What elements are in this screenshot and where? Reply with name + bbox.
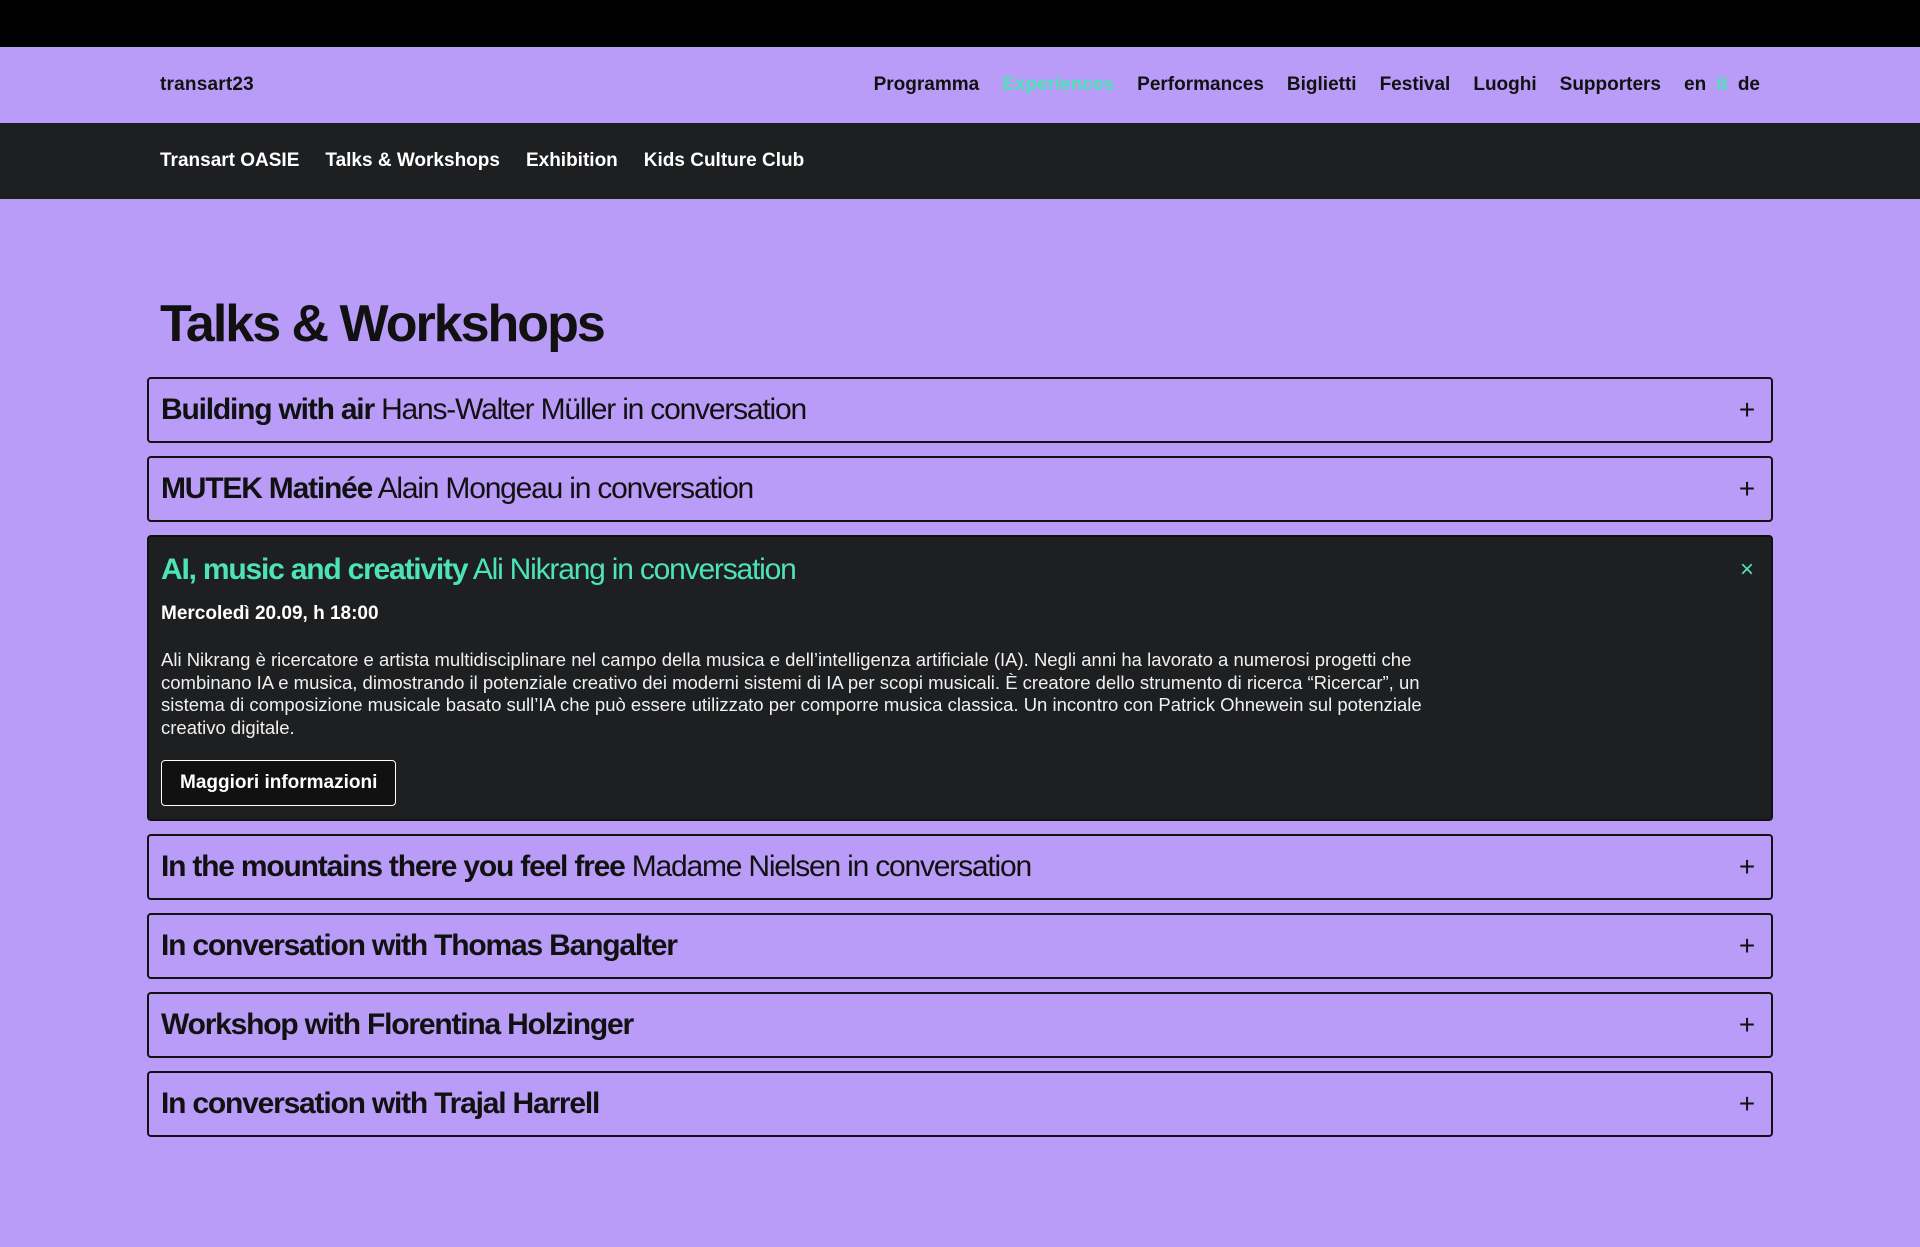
- accordion-item-title: Workshop with Florentina Holzinger: [161, 1008, 634, 1042]
- accordion-item-expanded: AI, music and creativity Ali Nikrang in …: [147, 535, 1773, 821]
- language-switcher: en it de: [1684, 74, 1760, 96]
- event-date: Mercoledì 20.09, h 18:00: [161, 603, 379, 624]
- accordion-item: MUTEK Matinée Alain Mongeau in conversat…: [147, 456, 1773, 522]
- close-icon[interactable]: ×: [1735, 556, 1759, 584]
- event-title: Building with air: [161, 393, 375, 426]
- expand-plus-icon[interactable]: +: [1735, 1009, 1759, 1041]
- main-menu: Programma Experiences Performances Bigli…: [874, 74, 1760, 96]
- lang-it[interactable]: it: [1716, 74, 1728, 96]
- accordion-item-body: Mercoledì 20.09, h 18:00 Ali Nikrang è r…: [149, 603, 1771, 819]
- accordion-item-header[interactable]: AI, music and creativity Ali Nikrang in …: [149, 537, 1771, 603]
- accordion-item-header[interactable]: Workshop with Florentina Holzinger +: [149, 994, 1771, 1056]
- menu-item-experiences[interactable]: Experiences: [1002, 74, 1114, 96]
- event-description: Ali Nikrang è ricercatore e artista mult…: [161, 649, 1422, 738]
- brand-logo-link[interactable]: transart23: [160, 74, 254, 96]
- accordion-item-title: Building with air Hans-Walter Müller in …: [161, 393, 807, 427]
- expand-plus-icon[interactable]: +: [1735, 930, 1759, 962]
- accordion-item: Building with air Hans-Walter Müller in …: [147, 377, 1773, 443]
- subnav-exhibition[interactable]: Exhibition: [526, 150, 618, 172]
- menu-item-festival[interactable]: Festival: [1380, 74, 1451, 96]
- event-title: AI, music and creativity: [161, 553, 469, 586]
- accordion-item: In conversation with Thomas Bangalter +: [147, 913, 1773, 979]
- accordion-item-header[interactable]: MUTEK Matinée Alain Mongeau in conversat…: [149, 458, 1771, 520]
- more-info-button[interactable]: Maggiori informazioni: [161, 760, 397, 806]
- events-accordion: Building with air Hans-Walter Müller in …: [147, 377, 1773, 1150]
- sub-navigation: Transart OASIE Talks & Workshops Exhibit…: [0, 123, 1920, 199]
- event-subtitle: Madame Nielsen in conversation: [631, 850, 1032, 883]
- event-title: In conversation with Trajal Harrell: [161, 1087, 600, 1120]
- page-title: Talks & Workshops: [160, 295, 606, 353]
- accordion-item-header[interactable]: Building with air Hans-Walter Müller in …: [149, 379, 1771, 441]
- accordion-item: In the mountains there you feel free Mad…: [147, 834, 1773, 900]
- event-subtitle: Ali Nikrang in conversation: [472, 553, 797, 586]
- expand-plus-icon[interactable]: +: [1735, 473, 1759, 505]
- event-title: In the mountains there you feel free: [161, 850, 626, 883]
- subnav-kids-culture-club[interactable]: Kids Culture Club: [644, 150, 804, 172]
- event-subtitle: Hans-Walter Müller in conversation: [381, 393, 807, 426]
- expand-plus-icon[interactable]: +: [1735, 1088, 1759, 1120]
- expand-plus-icon[interactable]: +: [1735, 851, 1759, 883]
- accordion-item-title: AI, music and creativity Ali Nikrang in …: [161, 553, 797, 587]
- menu-item-supporters[interactable]: Supporters: [1560, 74, 1661, 96]
- accordion-item-title: In conversation with Thomas Bangalter: [161, 929, 678, 963]
- accordion-item: Workshop with Florentina Holzinger +: [147, 992, 1773, 1058]
- lang-en[interactable]: en: [1684, 74, 1706, 96]
- subnav-talks-workshops[interactable]: Talks & Workshops: [325, 150, 500, 172]
- menu-item-performances[interactable]: Performances: [1137, 74, 1264, 96]
- accordion-item-header[interactable]: In conversation with Thomas Bangalter +: [149, 915, 1771, 977]
- main-header: transart23 Programma Experiences Perform…: [0, 47, 1920, 123]
- menu-item-programma[interactable]: Programma: [874, 74, 980, 96]
- event-title: MUTEK Matinée: [161, 472, 373, 505]
- event-title: Workshop with Florentina Holzinger: [161, 1008, 634, 1041]
- accordion-item: In conversation with Trajal Harrell +: [147, 1071, 1773, 1137]
- menu-item-biglietti[interactable]: Biglietti: [1287, 74, 1357, 96]
- accordion-item-title: MUTEK Matinée Alain Mongeau in conversat…: [161, 472, 755, 506]
- expand-plus-icon[interactable]: +: [1735, 394, 1759, 426]
- accordion-item-title: In the mountains there you feel free Mad…: [161, 850, 1032, 884]
- accordion-item-header[interactable]: In the mountains there you feel free Mad…: [149, 836, 1771, 898]
- accordion-item-title: In conversation with Trajal Harrell: [161, 1087, 600, 1121]
- menu-item-luoghi[interactable]: Luoghi: [1473, 74, 1536, 96]
- accordion-item-header[interactable]: In conversation with Trajal Harrell +: [149, 1073, 1771, 1135]
- event-subtitle: Alain Mongeau in conversation: [377, 472, 755, 505]
- event-title: In conversation with Thomas Bangalter: [161, 929, 678, 962]
- subnav-transart-oasie[interactable]: Transart OASIE: [160, 150, 299, 172]
- top-black-strip: [0, 0, 1920, 47]
- lang-de[interactable]: de: [1738, 74, 1760, 96]
